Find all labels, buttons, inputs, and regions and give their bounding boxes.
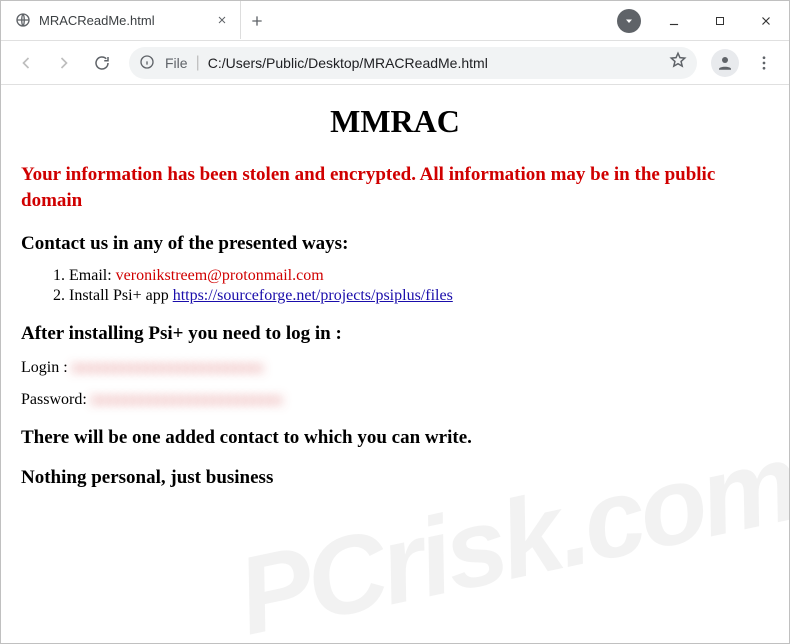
reload-button[interactable] (85, 46, 119, 80)
contact-list: Email: veronikstreem@protonmail.com Inst… (69, 267, 769, 305)
titlebar: MRACReadMe.html (1, 1, 789, 41)
forward-button[interactable] (47, 46, 81, 80)
titlebar-spacer (273, 1, 617, 40)
warning-text: Your information has been stolen and enc… (21, 162, 769, 213)
omnibox-scheme: File (165, 55, 188, 71)
incognito-badge-icon (617, 9, 641, 33)
page-title: MMRAC (21, 103, 769, 140)
maximize-button[interactable] (697, 1, 743, 41)
profile-avatar[interactable] (711, 49, 739, 77)
login-label: Login : (21, 359, 72, 376)
site-info-icon[interactable] (139, 54, 157, 72)
window-controls (651, 1, 789, 40)
password-value: xxxxxxxxxxxxxxxxxxxxxxxx (91, 391, 283, 408)
password-label: Password: (21, 391, 91, 408)
password-row: Password: xxxxxxxxxxxxxxxxxxxxxxxx (21, 391, 769, 409)
bookmark-star-icon[interactable] (669, 51, 687, 74)
tab[interactable]: MRACReadMe.html (1, 1, 241, 39)
closing-text: Nothing personal, just business (21, 467, 769, 489)
list-item: Install Psi+ app https://sourceforge.net… (69, 287, 769, 305)
globe-icon (15, 12, 31, 28)
omnibox-separator: | (196, 55, 200, 71)
omnibox-path: C:/Users/Public/Desktop/MRACReadMe.html (208, 55, 661, 71)
email-link[interactable]: veronikstreem@protonmail.com (116, 267, 324, 284)
browser-window: MRACReadMe.html (0, 0, 790, 644)
psi-download-link[interactable]: https://sourceforge.net/projects/psiplus… (173, 287, 453, 304)
tab-title: MRACReadMe.html (39, 13, 206, 28)
toolbar: File | C:/Users/Public/Desktop/MRACReadM… (1, 41, 789, 85)
after-install-heading: After installing Psi+ you need to log in… (21, 323, 769, 345)
close-window-button[interactable] (743, 1, 789, 41)
minimize-button[interactable] (651, 1, 697, 41)
back-button[interactable] (9, 46, 43, 80)
omnibox[interactable]: File | C:/Users/Public/Desktop/MRACReadM… (129, 47, 697, 79)
login-row: Login : xxxxxxxxxxxxxxxxxxxxxxxx (21, 359, 769, 377)
watermark: PCrisk.com (227, 419, 789, 643)
psi-label: Install Psi+ app (69, 287, 173, 304)
contact-note: There will be one added contact to which… (21, 427, 769, 449)
menu-button[interactable] (747, 46, 781, 80)
list-item: Email: veronikstreem@protonmail.com (69, 267, 769, 285)
contact-heading: Contact us in any of the presented ways: (21, 233, 769, 255)
new-tab-button[interactable] (241, 1, 273, 40)
close-tab-button[interactable] (214, 12, 230, 28)
email-label: Email: (69, 267, 116, 284)
login-value: xxxxxxxxxxxxxxxxxxxxxxxx (72, 359, 264, 376)
page-content: PCrisk.com MMRAC Your information has be… (1, 85, 789, 643)
